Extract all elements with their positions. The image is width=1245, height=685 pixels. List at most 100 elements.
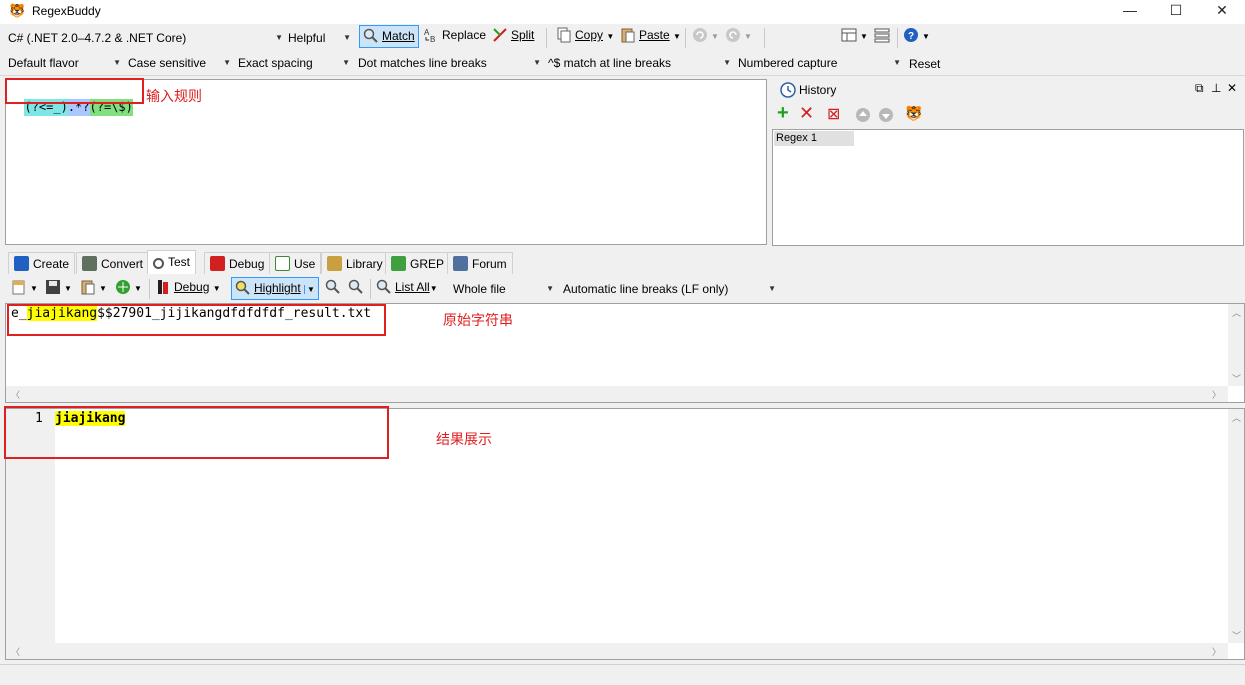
- regexbuddy-icon[interactable]: 🐯: [905, 105, 922, 122]
- regex-annotation-box: [5, 78, 144, 104]
- panels-button[interactable]: [871, 25, 896, 48]
- tab-library-label: Library: [346, 257, 383, 271]
- zoom-out-icon: [348, 279, 363, 294]
- tab-convert-label: Convert: [101, 257, 144, 271]
- layout-button[interactable]: ▼: [838, 25, 871, 48]
- tab-library[interactable]: Library: [321, 252, 389, 274]
- file-open-icon: [12, 280, 25, 295]
- history-pin-icon[interactable]: ⊥: [1211, 81, 1221, 95]
- tab-forum[interactable]: Forum: [447, 252, 513, 274]
- use-icon: [275, 256, 290, 271]
- split-icon: [493, 28, 507, 42]
- match-label: Match: [382, 29, 415, 43]
- maximize-button[interactable]: ☐: [1153, 0, 1199, 22]
- results-horizontal-scrollbar[interactable]: 〈 〉: [6, 643, 1228, 659]
- debug-button[interactable]: Debug ▼: [152, 277, 224, 300]
- paste-icon: [621, 28, 635, 43]
- history-close-icon[interactable]: ✕: [1227, 81, 1237, 95]
- highlight-icon: [235, 280, 250, 295]
- zoom-in-button[interactable]: [322, 277, 347, 300]
- copy-button[interactable]: Copy ▼: [553, 25, 617, 48]
- save-icon: [46, 280, 60, 294]
- subject-vertical-scrollbar[interactable]: ︿ ﹀: [1228, 304, 1244, 386]
- results-annotation: 结果展示: [436, 431, 492, 447]
- open-file-button[interactable]: ▼: [8, 277, 41, 300]
- toolbar-separator: [764, 28, 765, 48]
- toolbar-separator: [370, 279, 371, 299]
- tab-create-label: Create: [33, 257, 70, 271]
- tab-debug[interactable]: Debug: [204, 252, 271, 274]
- capture-select[interactable]: Numbered capture ▼: [735, 53, 903, 73]
- redo-button[interactable]: ▼: [722, 25, 755, 48]
- debug-icon: [210, 256, 225, 271]
- line-breaks-value: Automatic line breaks (LF only): [563, 282, 729, 296]
- forum-icon: [453, 256, 468, 271]
- tab-convert[interactable]: Convert: [76, 252, 150, 274]
- undo-button[interactable]: ▼: [689, 25, 722, 48]
- results-vertical-scrollbar[interactable]: ︿ ﹀: [1228, 409, 1244, 643]
- paste-button[interactable]: Paste ▼: [617, 25, 684, 48]
- help-button[interactable]: ? ▼: [900, 25, 933, 48]
- list-all-button[interactable]: List All▼: [373, 277, 441, 300]
- close-button[interactable]: ✕: [1199, 0, 1245, 22]
- move-down-icon[interactable]: [878, 107, 894, 123]
- helpful-select[interactable]: Helpful ▼: [285, 28, 353, 48]
- toolbar-separator: [897, 28, 898, 48]
- replace-button[interactable]: A B Replace: [420, 25, 489, 48]
- history-clock-icon: [780, 82, 796, 98]
- minimize-button[interactable]: —: [1107, 0, 1153, 22]
- list-search-icon: [376, 279, 391, 294]
- default-flavor-select[interactable]: Default flavor ▼: [5, 53, 123, 73]
- test-icon: [153, 258, 164, 269]
- debug-icon: [158, 280, 168, 294]
- tab-use[interactable]: Use: [269, 252, 322, 274]
- line-breaks-select[interactable]: Automatic line breaks (LF only) ▼: [560, 279, 778, 299]
- tab-grep[interactable]: GREP: [385, 252, 451, 274]
- caret-value: ^$ match at line breaks: [548, 56, 672, 70]
- tab-use-label: Use: [294, 257, 316, 271]
- subject-horizontal-scrollbar[interactable]: 〈 〉: [6, 386, 1228, 402]
- tab-create[interactable]: Create: [8, 252, 76, 274]
- dot-select[interactable]: Dot matches line breaks ▼: [355, 53, 543, 73]
- caret-select[interactable]: ^$ match at line breaks ▼: [545, 53, 733, 73]
- spacing-select[interactable]: Exact spacing ▼: [235, 53, 352, 73]
- help-icon: ?: [904, 28, 918, 42]
- status-bar: [0, 664, 1245, 685]
- web-button[interactable]: ▼: [112, 277, 145, 300]
- options-toolbar: Default flavor ▼ Case sensitive ▼ Exact sp…: [0, 51, 1245, 76]
- tab-test[interactable]: Test: [147, 250, 197, 274]
- reset-button[interactable]: Reset: [906, 54, 946, 74]
- copy-icon: [557, 27, 571, 43]
- clipboard-icon: [81, 280, 95, 295]
- case-value: Case sensitive: [128, 56, 207, 70]
- move-up-icon[interactable]: [855, 107, 871, 123]
- tab-forum-label: Forum: [472, 257, 507, 271]
- history-item[interactable]: Regex 1: [774, 131, 854, 146]
- delete-all-icon[interactable]: ⊠: [827, 104, 840, 124]
- tab-test-label: Test: [168, 255, 191, 269]
- add-icon[interactable]: +: [777, 102, 789, 125]
- panels-icon: [874, 28, 890, 43]
- toolbar-separator: [149, 279, 150, 299]
- results-annotation-box: [4, 406, 389, 459]
- history-float-icon[interactable]: ⧉: [1195, 81, 1204, 96]
- title-bar: 🐯 RegexBuddy — ☐ ✕: [0, 0, 1245, 24]
- zoom-in-icon: [325, 279, 340, 294]
- regexbuddy-app-icon: 🐯: [9, 3, 26, 18]
- clipboard-button[interactable]: ▼: [77, 277, 110, 300]
- delete-icon[interactable]: ✕: [799, 103, 814, 124]
- save-button[interactable]: ▼: [42, 277, 75, 300]
- highlight-button[interactable]: Highlight ▼: [231, 277, 319, 300]
- history-header: History ⧉ ⊥ ✕: [773, 80, 1243, 100]
- layout-grid-icon: [841, 28, 857, 42]
- paste-label: Paste: [639, 28, 670, 42]
- history-title: History: [799, 83, 837, 97]
- case-select[interactable]: Case sensitive ▼: [125, 53, 233, 73]
- scope-select[interactable]: Whole file ▼: [450, 279, 556, 299]
- match-button[interactable]: Match: [359, 25, 419, 48]
- zoom-out-button[interactable]: [345, 277, 370, 300]
- tab-debug-label: Debug: [229, 257, 265, 271]
- split-button[interactable]: Split: [489, 25, 537, 48]
- flavor-select[interactable]: C# (.NET 2.0–4.7.2 & .NET Core) ▼: [5, 28, 285, 48]
- globe-icon: [116, 280, 130, 294]
